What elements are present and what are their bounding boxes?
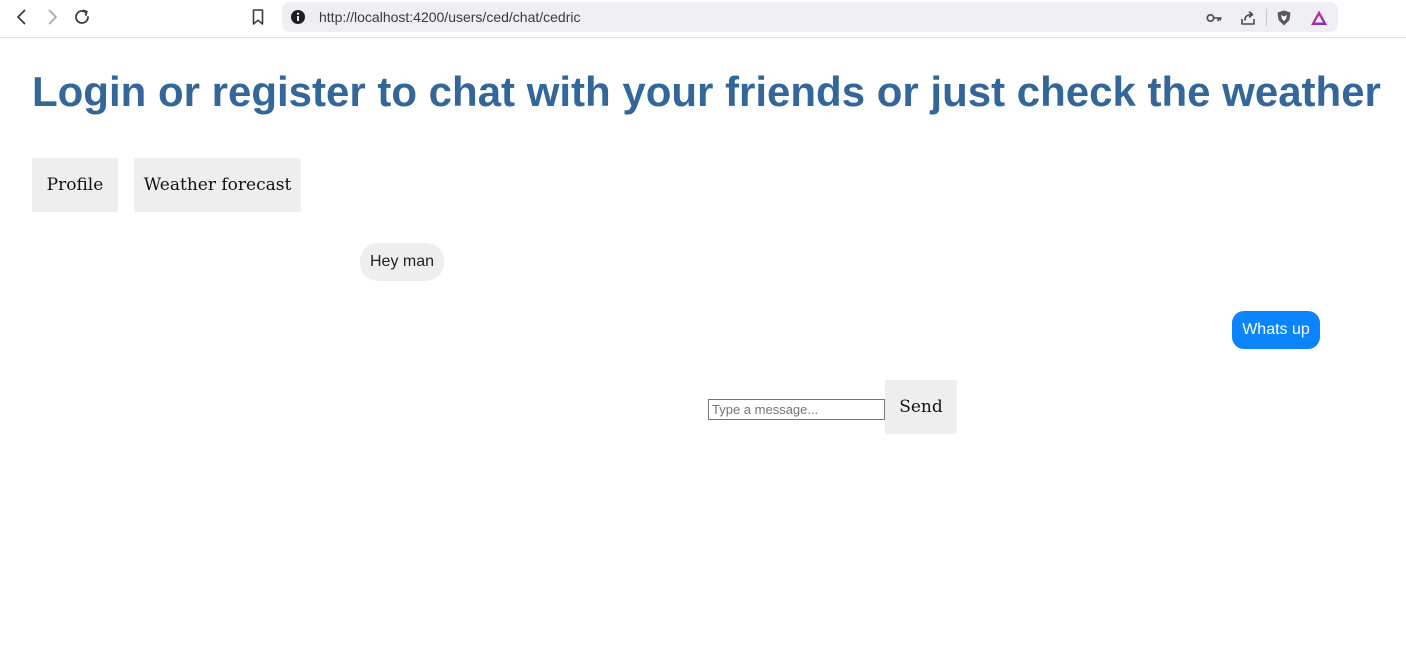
bookmark-button[interactable] [245, 5, 271, 29]
profile-button[interactable]: Profile [32, 158, 118, 212]
reload-button[interactable] [69, 5, 95, 29]
toolbar-separator [1266, 9, 1267, 26]
sent-message-bubble: Whats up [1232, 311, 1320, 349]
url-text[interactable]: http://localhost:4200/users/ced/chat/ced… [319, 9, 580, 25]
brave-rewards-icon [1311, 10, 1327, 25]
info-icon[interactable] [290, 9, 306, 25]
received-message-bubble: Hey man [360, 243, 444, 281]
weather-forecast-button[interactable]: Weather forecast [134, 158, 301, 212]
send-button[interactable]: Send [885, 380, 957, 434]
bookmark-icon [252, 9, 264, 25]
page-title: Login or register to chat with your frie… [32, 68, 1381, 115]
reload-icon [75, 9, 89, 24]
chevron-left-icon [17, 9, 26, 25]
key-icon [1206, 14, 1222, 23]
address-bar[interactable]: http://localhost:4200/users/ced/chat/ced… [282, 2, 1338, 32]
back-button[interactable] [9, 5, 35, 29]
brave-rewards-button[interactable] [1309, 8, 1329, 28]
message-input[interactable] [708, 399, 885, 420]
share-button[interactable] [1238, 8, 1258, 28]
password-key-button[interactable] [1204, 8, 1224, 28]
share-icon [1241, 11, 1255, 25]
brave-shield-icon [1277, 10, 1291, 26]
browser-toolbar: http://localhost:4200/users/ced/chat/ced… [0, 0, 1406, 38]
brave-shields-button[interactable] [1274, 8, 1294, 28]
chevron-right-icon [48, 9, 57, 25]
forward-button[interactable] [39, 5, 65, 29]
